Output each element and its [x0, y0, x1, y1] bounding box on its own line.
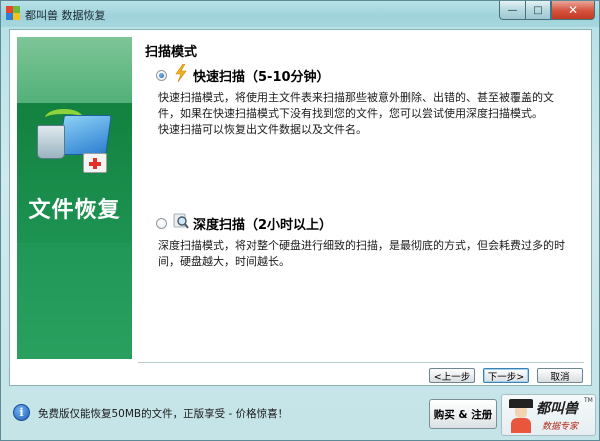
sidebar-banner: 文件恢复: [17, 37, 132, 359]
buy-register-button[interactable]: 购买 & 注册: [429, 399, 497, 429]
next-step-button[interactable]: 下一步>: [483, 368, 529, 383]
deep-scan-desc-line: 深度扫描模式，将对整个硬盘进行细致的扫描，是最彻底的方式，但会耗费过多的时: [158, 239, 565, 252]
button-divider: [138, 362, 584, 363]
recycle-bin-icon: [37, 125, 65, 159]
brand-name: 都叫兽: [536, 401, 578, 417]
close-button[interactable]: ✕: [551, 1, 595, 20]
quick-scan-description: 快速扫描模式，将使用主文件表来扫描那些被意外删除、出错的、甚至被覆盖的文 件，如…: [158, 90, 578, 138]
page-title: 扫描模式: [145, 45, 198, 60]
mascot-icon: [508, 399, 534, 433]
lightning-icon: [175, 64, 187, 82]
window-title: 都叫兽 数据恢复: [25, 9, 106, 22]
sidebar-title: 文件恢复: [28, 198, 121, 223]
deep-scan-desc-line: 间，硬盘越大，时间越长。: [158, 255, 290, 268]
scan-mode-content: 扫描模式 快速扫描（5-10分钟） 快速扫描模式，将使用主文件表来扫描那些被意外…: [145, 30, 585, 360]
quick-scan-desc-line: 快速扫描模式，将使用主文件表来扫描那些被意外删除、出错的、甚至被覆盖的文: [158, 91, 554, 104]
deep-scan-description: 深度扫描模式，将对整个硬盘进行细致的扫描，是最彻底的方式，但会耗费过多的时 间，…: [158, 238, 578, 270]
trademark-mark: TM: [584, 397, 593, 404]
first-aid-icon: [83, 153, 107, 173]
deep-scan-title[interactable]: 深度扫描（2小时以上）: [193, 214, 332, 233]
title-bar[interactable]: 都叫兽 数据恢复 — □ ✕: [1, 1, 599, 27]
free-version-notice: 免费版仅能恢复50MB的文件，正版享受 - 价格惊喜！: [38, 408, 289, 420]
prev-step-button[interactable]: <上一步: [429, 368, 475, 383]
app-window: 都叫兽 数据恢复 — □ ✕ 文件恢复 扫描模式 快速扫描（5-10分钟） 快速…: [0, 0, 600, 441]
wizard-panel: 文件恢复 扫描模式 快速扫描（5-10分钟） 快速扫描模式，将使用主文件表来扫描…: [9, 29, 592, 386]
quick-scan-radio[interactable]: [156, 70, 167, 81]
maximize-button[interactable]: □: [525, 1, 551, 20]
quick-scan-desc-line: 快速扫描可以恢复出文件数据以及文件名。: [158, 123, 367, 136]
cancel-button[interactable]: 取消: [537, 368, 583, 383]
quick-scan-title[interactable]: 快速扫描（5-10分钟）: [193, 66, 330, 85]
folder-icon: [58, 115, 112, 155]
magnifier-icon: [173, 213, 189, 229]
brand-logo[interactable]: 都叫兽 数据专家 TM: [501, 394, 596, 436]
minimize-button[interactable]: —: [499, 1, 525, 20]
brand-tagline: 数据专家: [542, 422, 579, 432]
app-logo-icon: [6, 6, 20, 20]
window-controls: — □ ✕: [499, 1, 595, 20]
deep-scan-radio[interactable]: [156, 218, 167, 229]
quick-scan-desc-line: 件，如果在快速扫描模式下没有找到您的文件，您可以尝试使用深度扫描模式。: [158, 107, 543, 120]
info-icon: i: [13, 404, 30, 421]
footer-bar: i 免费版仅能恢复50MB的文件，正版享受 - 价格惊喜！ 购买 & 注册 都叫…: [1, 389, 599, 441]
